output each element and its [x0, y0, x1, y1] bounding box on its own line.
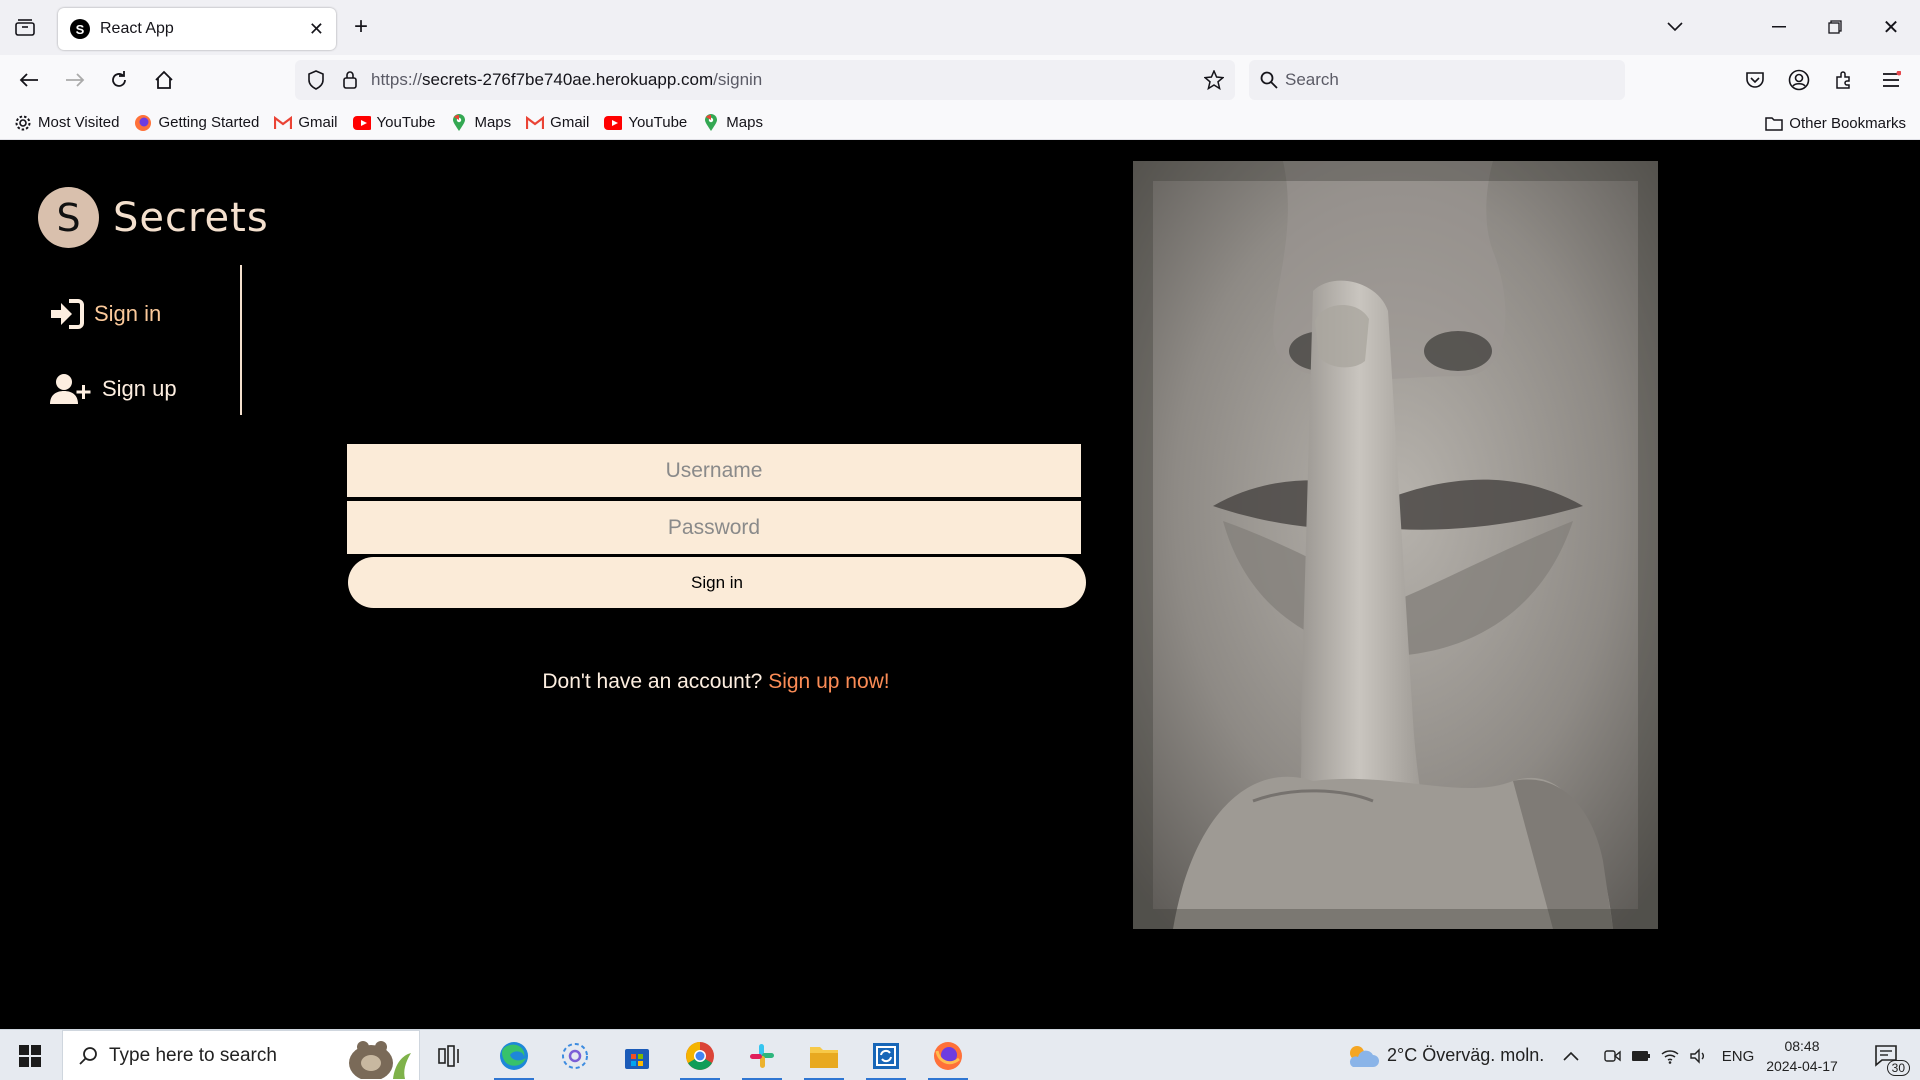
bookmark-youtube[interactable]: YouTube — [604, 114, 687, 132]
bookmark-most-visited[interactable]: Most Visited — [14, 114, 119, 132]
bookmark-gmail[interactable]: Gmail — [274, 114, 338, 132]
gmail-icon — [526, 114, 545, 132]
chrome-app-icon[interactable] — [676, 1036, 724, 1080]
search-icon — [77, 1045, 99, 1067]
minimize-icon[interactable] — [1764, 14, 1794, 40]
store-app-icon[interactable] — [613, 1036, 661, 1076]
folder-icon — [1765, 116, 1784, 131]
restore-icon[interactable] — [1820, 14, 1850, 40]
search-highlight-icon — [333, 1033, 413, 1079]
password-placeholder: Password — [667, 515, 761, 539]
url-host: secrets-276f7be740ae.herokuapp.com — [422, 70, 714, 89]
back-icon[interactable] — [16, 67, 42, 93]
nav-sign-in-link[interactable]: Sign in — [50, 299, 161, 329]
battery-icon[interactable] — [1627, 1036, 1655, 1076]
language-indicator[interactable]: ENG — [1718, 1036, 1758, 1076]
password-field[interactable]: Password — [346, 500, 1082, 555]
add-user-icon — [50, 374, 91, 404]
clock[interactable]: 08:48 2024-04-17 — [1762, 1036, 1842, 1076]
bookmark-gmail[interactable]: Gmail — [526, 114, 589, 132]
notification-count-badge: 30 — [1886, 1060, 1910, 1076]
nav-sign-up-link[interactable]: Sign up — [50, 373, 177, 405]
account-icon[interactable] — [1786, 67, 1812, 93]
menu-icon[interactable] — [1878, 67, 1904, 93]
youtube-icon — [352, 114, 371, 132]
search-icon — [1259, 70, 1279, 90]
browser-nav-bar: https://secrets-276f7be740ae.herokuapp.c… — [0, 55, 1920, 106]
page-content: S Secrets Sign in Sign up Username Passw… — [0, 141, 1920, 1029]
new-tab-icon[interactable]: + — [348, 13, 374, 40]
logo-text: Secrets — [113, 194, 269, 241]
taskbar: Type here to search 2°C Överväg. moln. E… — [0, 1029, 1920, 1080]
lock-icon[interactable] — [339, 69, 361, 91]
url-path: /signin — [713, 70, 763, 89]
shield-icon[interactable] — [305, 69, 327, 91]
remote-app-icon[interactable] — [862, 1036, 910, 1080]
file-explorer-icon[interactable] — [800, 1036, 848, 1080]
bookmark-getting-started[interactable]: Getting Started — [134, 114, 259, 132]
clock-date: 2024-04-17 — [1766, 1058, 1838, 1074]
notifications-icon[interactable]: 30 — [1862, 1036, 1912, 1076]
slack-app-icon[interactable] — [738, 1036, 786, 1080]
tab-title: React App — [100, 20, 174, 37]
bookmark-maps[interactable]: Maps — [450, 113, 511, 132]
account-prompt-text: Don't have an account? — [542, 670, 763, 693]
username-placeholder: Username — [665, 458, 763, 482]
meet-icon[interactable] — [1598, 1036, 1626, 1076]
star-icon[interactable] — [1203, 69, 1225, 91]
bookmarks-toolbar: Most Visited Getting Started Gmail YouTu… — [0, 106, 1920, 140]
snipping-app-icon[interactable] — [551, 1036, 599, 1076]
address-bar[interactable]: https://secrets-276f7be740ae.herokuapp.c… — [295, 60, 1235, 100]
favicon-icon: S — [70, 19, 90, 39]
close-tab-icon[interactable]: ✕ — [309, 19, 324, 40]
firefox-icon — [134, 114, 152, 132]
browser-tab-bar: S React App ✕ + ✕ — [0, 0, 1920, 55]
maps-icon — [450, 113, 468, 132]
windows-start-icon[interactable] — [6, 1036, 54, 1076]
cloud-icon — [1349, 1045, 1379, 1067]
nav-sign-in-label: Sign in — [94, 301, 162, 326]
sign-in-icon — [51, 299, 84, 329]
weather-text: 2°C Överväg. moln. — [1387, 1045, 1545, 1065]
tab-list-icon[interactable] — [12, 14, 38, 40]
url-scheme: https:// — [371, 70, 423, 89]
search-placeholder: Search — [1285, 70, 1339, 89]
logo-badge: S — [38, 187, 99, 248]
volume-icon[interactable] — [1685, 1036, 1713, 1076]
nav-divider — [240, 265, 242, 415]
weather-widget[interactable]: 2°C Överväg. moln. — [1345, 1030, 1544, 1080]
logo[interactable]: S Secrets — [38, 187, 269, 248]
maps-icon — [702, 113, 720, 132]
firefox-app-icon[interactable] — [924, 1036, 972, 1080]
gmail-icon — [274, 114, 293, 132]
chevron-up-icon[interactable] — [1556, 1036, 1586, 1076]
home-icon[interactable] — [151, 67, 177, 93]
pocket-icon[interactable] — [1742, 67, 1768, 93]
hero-photo — [1133, 161, 1658, 929]
sign-up-now-link[interactable]: Sign up now! — [768, 670, 889, 693]
taskbar-search-placeholder: Type here to search — [109, 1044, 277, 1066]
tab-react-app[interactable]: S React App ✕ — [58, 8, 336, 50]
gear-icon — [14, 114, 32, 132]
youtube-icon — [604, 114, 623, 132]
close-window-icon[interactable]: ✕ — [1876, 14, 1906, 40]
chevron-down-icon[interactable] — [1662, 14, 1688, 40]
edge-app-icon[interactable] — [490, 1036, 538, 1080]
taskbar-search-input[interactable]: Type here to search — [62, 1030, 420, 1080]
sign-in-form: Username Password Sign in — [346, 443, 1086, 608]
bookmark-maps[interactable]: Maps — [702, 113, 763, 132]
forward-icon[interactable] — [62, 67, 88, 93]
username-field[interactable]: Username — [346, 443, 1082, 498]
nav-sign-up-label: Sign up — [102, 376, 177, 401]
other-bookmarks[interactable]: Other Bookmarks — [1765, 106, 1906, 140]
bookmark-youtube[interactable]: YouTube — [352, 114, 435, 132]
wifi-icon[interactable] — [1656, 1036, 1684, 1076]
extensions-icon[interactable] — [1831, 67, 1857, 93]
search-input[interactable]: Search — [1249, 60, 1625, 100]
task-view-icon[interactable] — [426, 1036, 474, 1076]
clock-time: 08:48 — [1784, 1038, 1820, 1054]
sign-in-button[interactable]: Sign in — [348, 557, 1086, 608]
reload-icon[interactable] — [106, 67, 132, 93]
